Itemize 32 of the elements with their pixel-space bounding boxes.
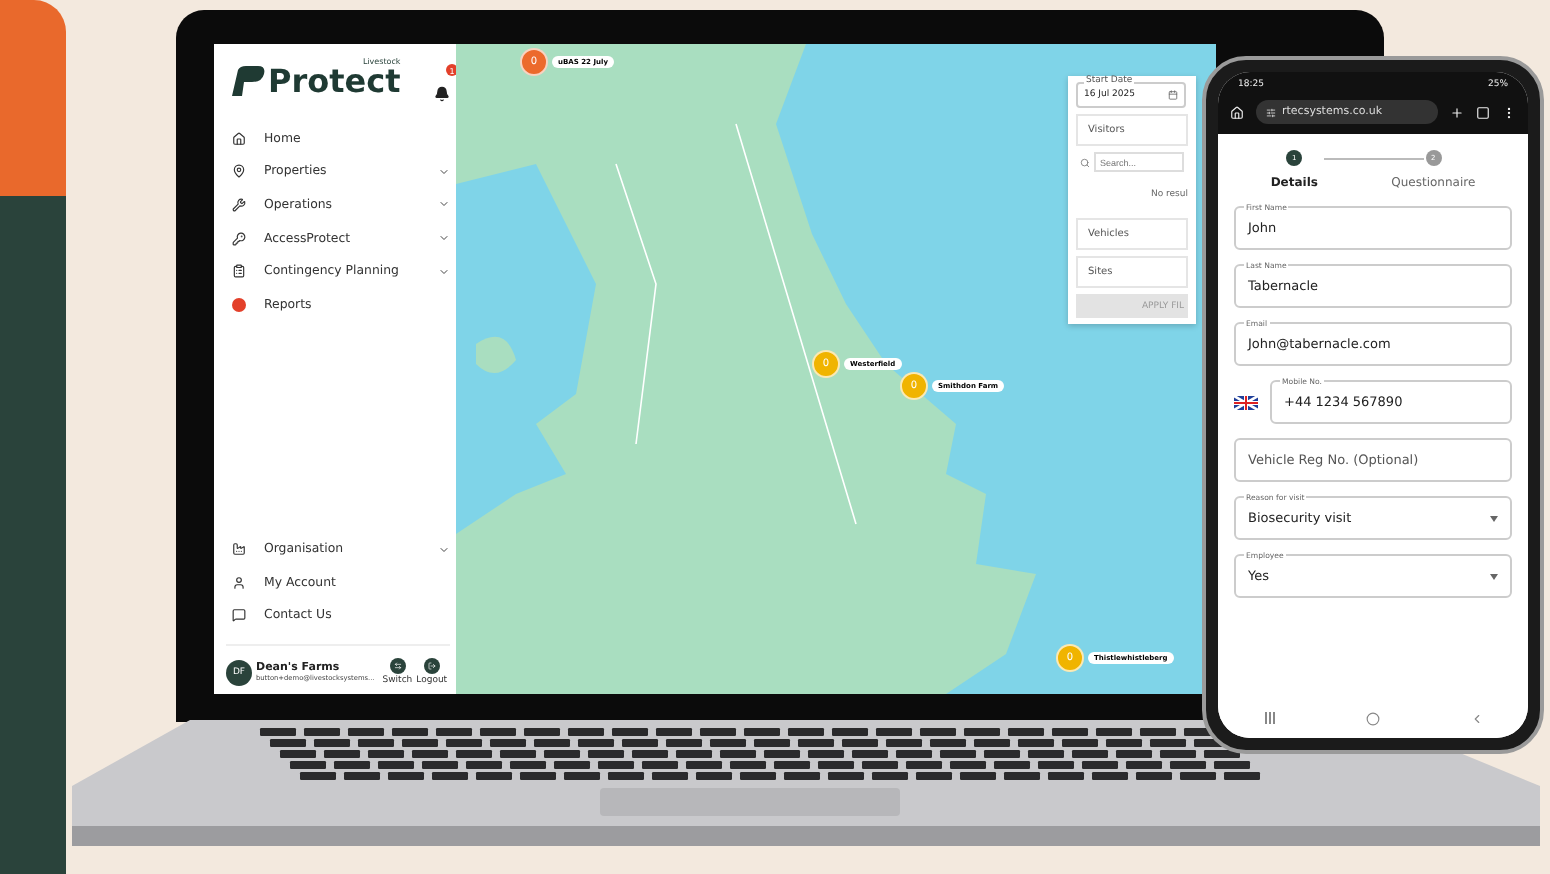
switch-icon [389, 658, 406, 674]
home-button-icon[interactable] [1365, 712, 1379, 726]
calendar-icon [1168, 90, 1178, 100]
flag-icon[interactable] [1234, 395, 1258, 409]
add-tab-icon[interactable] [1450, 105, 1464, 119]
step-connector-line [1324, 158, 1424, 160]
user-icon [232, 575, 246, 590]
notification-icon[interactable] [434, 86, 450, 102]
dropdown-arrow-icon [1490, 573, 1498, 579]
logo-icon [226, 66, 266, 98]
clipboard-icon [232, 264, 246, 279]
chevron-icon [438, 165, 450, 178]
back-icon[interactable] [1469, 712, 1483, 726]
home-icon[interactable] [1230, 105, 1244, 119]
home-icon [232, 131, 246, 146]
factory-icon [232, 542, 246, 557]
recent-apps-icon[interactable] [1263, 712, 1275, 724]
chevron-icon [438, 198, 450, 211]
chevron-icon [438, 543, 450, 556]
wrench-icon [232, 197, 246, 212]
dropdown-arrow-icon [1490, 515, 1498, 521]
chevron-icon [438, 265, 450, 278]
map-pin-icon [232, 164, 246, 179]
chat-icon [232, 608, 246, 623]
search-icon [1080, 157, 1090, 167]
tabs-icon[interactable] [1476, 105, 1490, 119]
key-icon [232, 231, 246, 246]
alert-icon [232, 297, 246, 312]
logout-icon [423, 658, 440, 674]
menu-icon[interactable] [1502, 105, 1516, 119]
chevron-icon [438, 232, 450, 245]
brand-name: Protect [268, 66, 401, 98]
